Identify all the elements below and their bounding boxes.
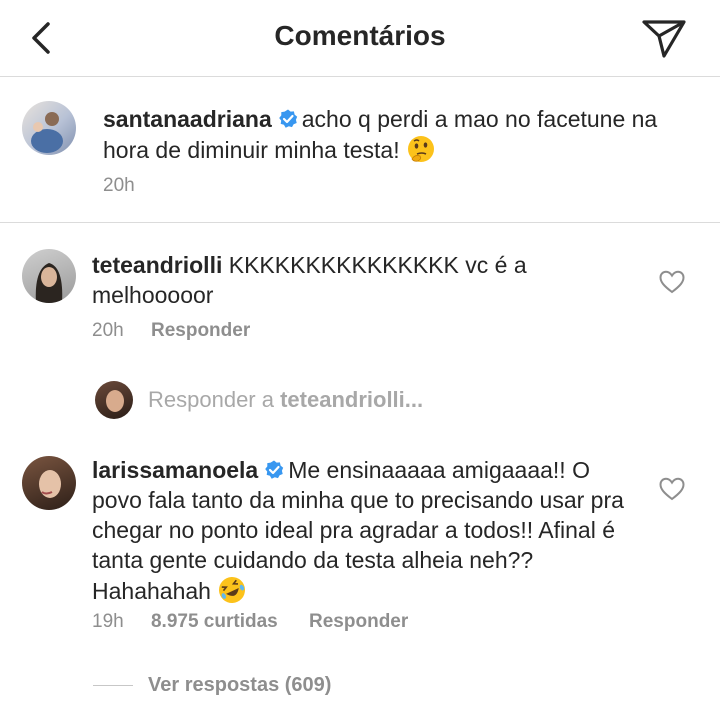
comment-text-block: larissamanoela Me ensinaaaaa amigaaaa!! O… (92, 455, 637, 606)
likes-count[interactable]: 8.975 curtidas (151, 611, 278, 632)
post-caption: santanaadriana acho q perdi a mao no face… (0, 77, 720, 223)
rofl-emoji (219, 577, 246, 603)
heart-icon[interactable] (659, 477, 685, 501)
reply-prompt-prefix: Responder a (148, 387, 281, 412)
avatar (95, 381, 133, 419)
comment-meta: 19h 8.975 curtidas Responder (92, 611, 408, 633)
reply-prompt-username: teteandriolli... (280, 387, 424, 412)
avatar[interactable] (22, 101, 76, 155)
comment-username[interactable]: larissamanoela (92, 457, 258, 483)
avatar[interactable] (22, 456, 76, 510)
header-bar: Comentários (0, 0, 720, 77)
view-replies-divider (93, 685, 133, 686)
reply-to-prompt[interactable]: Responder a teteandriolli... (148, 387, 423, 413)
verified-badge-icon (265, 460, 284, 479)
comment-timestamp: 20h (92, 320, 124, 341)
comment-username[interactable]: teteandriolli (92, 252, 222, 278)
verified-badge-icon (278, 109, 297, 128)
reply-button[interactable]: Responder (151, 320, 250, 341)
comment-timestamp: 19h (92, 611, 124, 632)
caption-text-block: santanaadriana acho q perdi a mao no face… (103, 104, 663, 165)
avatar[interactable] (22, 249, 76, 303)
comment-text-block: teteandriolli KKKKKKKKKKKKKKK vc é a mel… (92, 250, 632, 310)
view-replies-button[interactable]: Ver respostas (609) (148, 674, 331, 697)
page-title: Comentários (274, 20, 446, 51)
send-icon[interactable] (640, 16, 688, 60)
reply-button[interactable]: Responder (309, 611, 408, 632)
caption-timestamp: 20h (103, 175, 135, 196)
caption-username[interactable]: santanaadriana (103, 106, 272, 132)
heart-icon[interactable] (659, 270, 685, 294)
thinking-face-emoji (408, 136, 434, 162)
comment-meta: 20h Responder (92, 320, 250, 342)
